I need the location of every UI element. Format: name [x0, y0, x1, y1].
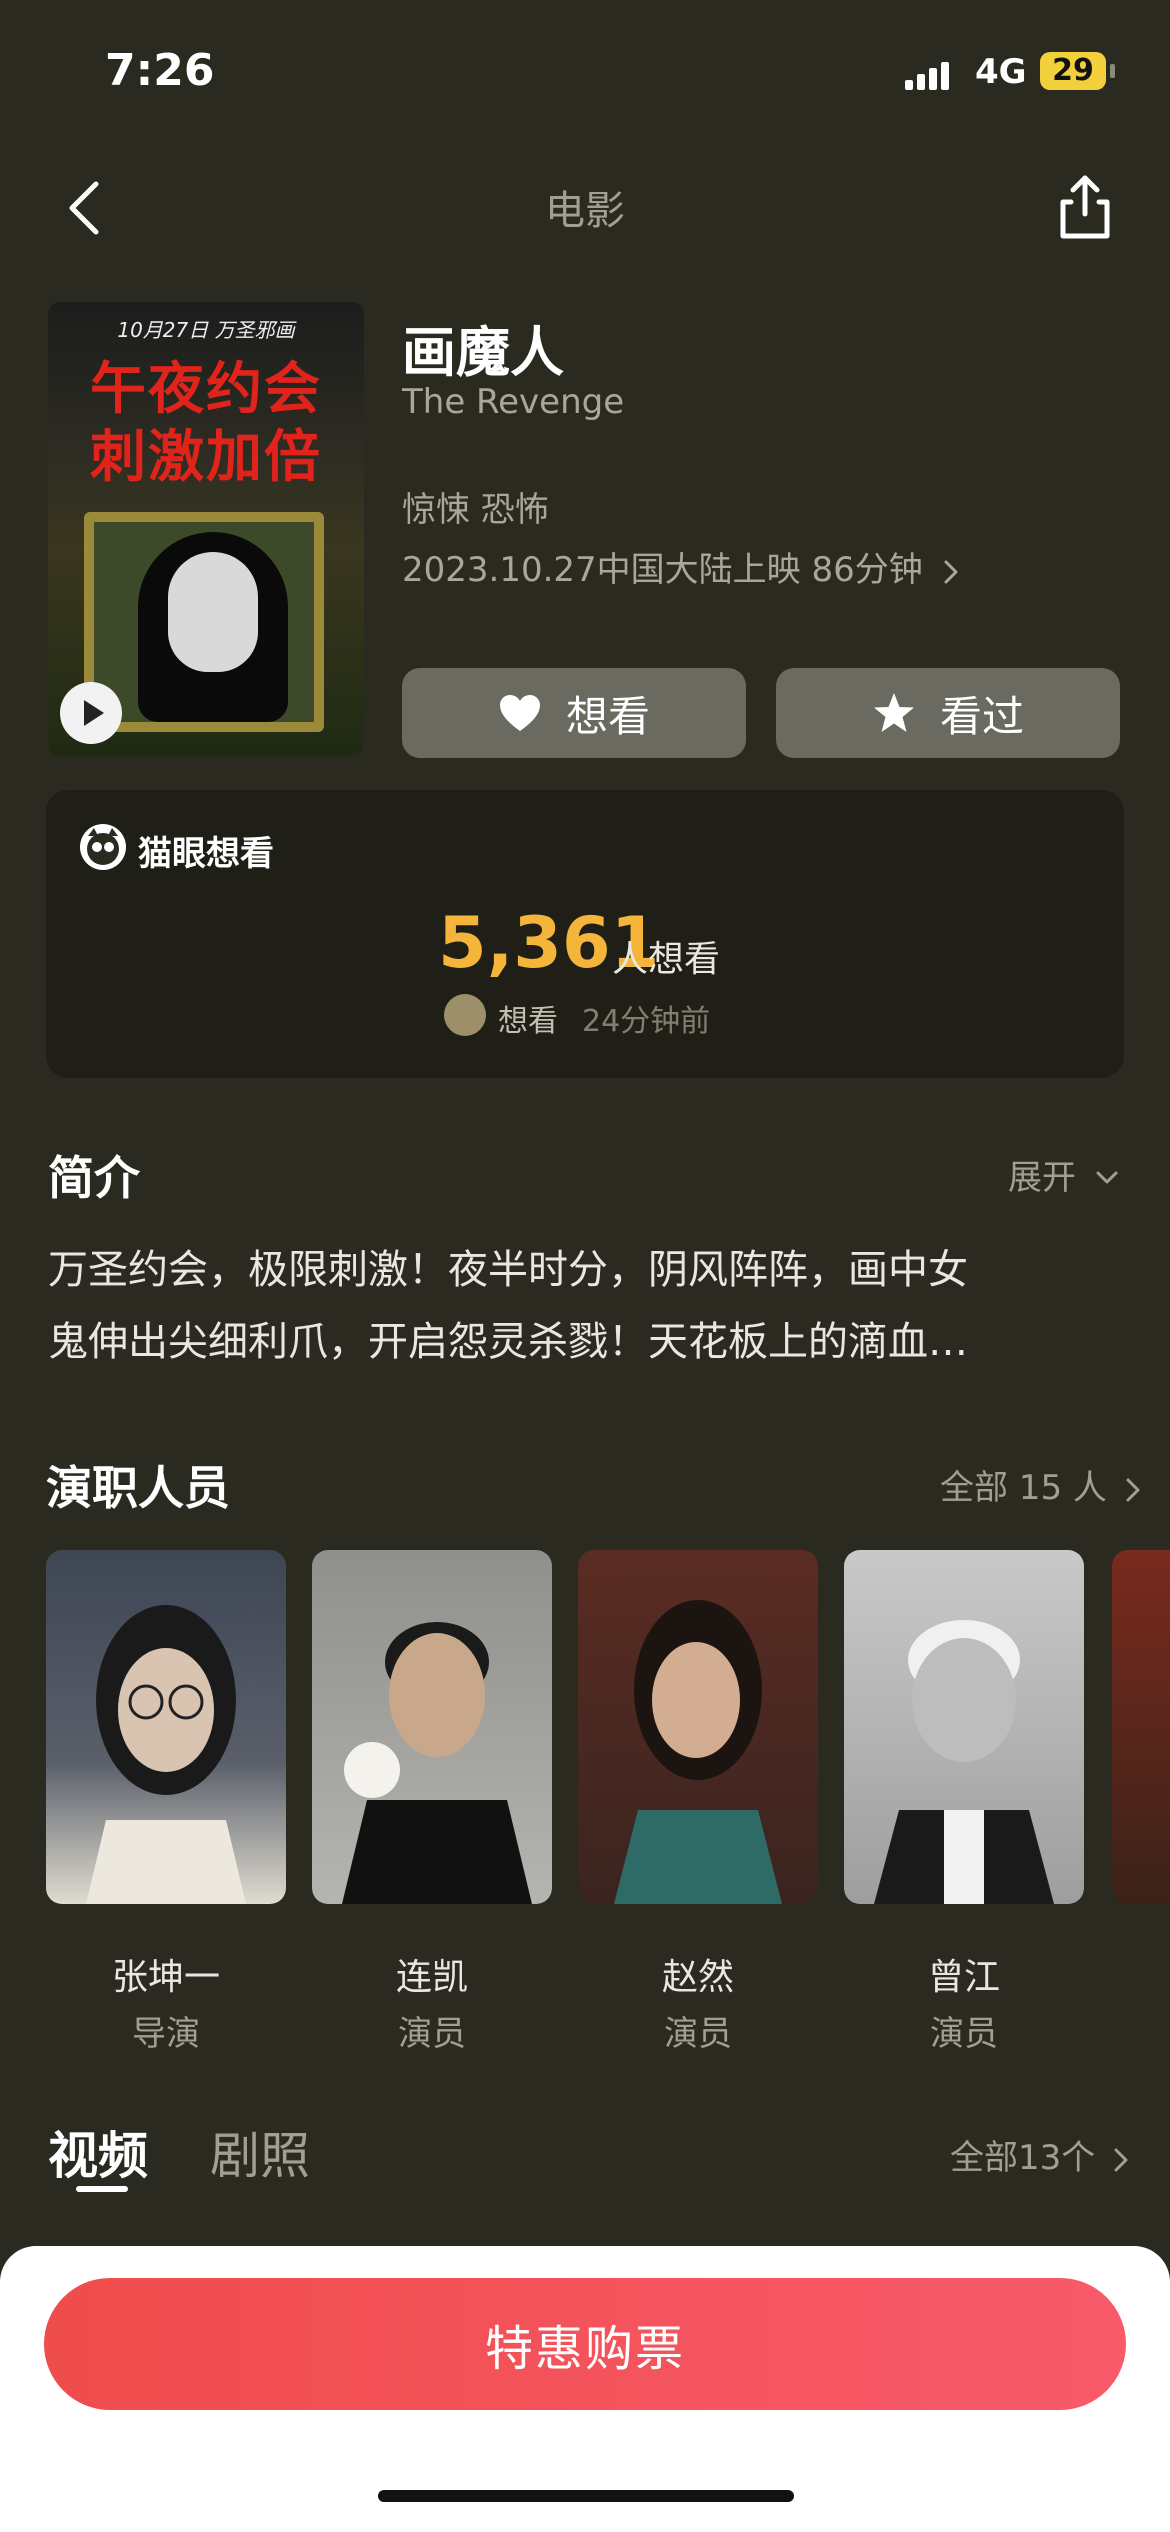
cast-name-3: 赵然 [661, 1957, 734, 1998]
release-info[interactable]: 2023.10.27中国大陆上映 86分钟 [402, 542, 962, 591]
want-card: 猫眼想看 5,361 人想看 想看 24分钟前 [46, 790, 1124, 1078]
avatar [444, 994, 486, 1036]
seen-label: 看过 [939, 691, 1024, 741]
seen-button[interactable]: 看过 [776, 668, 1120, 758]
expand-button[interactable]: 展开 [1008, 1150, 1121, 1199]
cast-all-label: 全部 15 人 [940, 1468, 1107, 1508]
share-icon[interactable] [1055, 172, 1115, 242]
cast-title: 演职人员 [46, 1461, 230, 1515]
movie-english-title: The Revenge [402, 382, 625, 422]
movie-title: 画魔人 [402, 321, 564, 384]
want-unit: 人想看 [612, 939, 721, 980]
cast-role-1: 导演 [132, 2014, 200, 2054]
chevron-right-icon [1114, 2148, 1128, 2171]
nav-title: 电影 [545, 188, 625, 234]
chevron-down-icon [1096, 1171, 1118, 1184]
movie-genres: 惊悚 恐怖 [402, 490, 549, 530]
play-icon[interactable] [60, 682, 122, 744]
media-all-link[interactable]: 全部13个 [950, 2130, 1132, 2179]
status-time: 7:26 [105, 45, 215, 96]
network-type: 4G [975, 52, 1027, 92]
poster-date-text: 10月27日 万圣邪画 [117, 318, 295, 342]
intro-title: 简介 [48, 1151, 140, 1205]
poster-figure-face [168, 552, 258, 672]
recent-action: 想看 [498, 1004, 558, 1039]
cast-role-3: 演员 [664, 2014, 732, 2054]
expand-label: 展开 [1008, 1158, 1076, 1198]
battery-icon: 29 [1040, 52, 1106, 90]
chevron-right-icon [1126, 1478, 1140, 1501]
tab-photos[interactable]: 剧照 [210, 2116, 310, 2188]
tab-video[interactable]: 视频 [48, 2116, 148, 2188]
movie-poster[interactable]: 10月27日 万圣邪画 午夜约会 刺激加倍 [48, 302, 364, 756]
cast-name-4: 曾江 [927, 1957, 1000, 1998]
cast-photo-1[interactable] [46, 1550, 286, 1904]
cast-role-2: 演员 [398, 2014, 466, 2054]
cast-photo-4[interactable] [844, 1550, 1084, 1904]
battery-tip [1110, 64, 1115, 78]
cast-all-link[interactable]: 全部 15 人 [940, 1460, 1144, 1509]
cast-photo-2[interactable] [312, 1550, 552, 1904]
tab-active-indicator [76, 2186, 128, 2192]
signal-icon [905, 60, 955, 90]
intro-line-1: 万圣约会，极限刺激！夜半时分，阴风阵阵，画中女 [48, 1247, 968, 1293]
intro-text: 万圣约会，极限刺激！夜半时分，阴风阵阵，画中女 鬼伸出尖细利爪，开启怨灵杀戮！天… [48, 1234, 1138, 1378]
buy-ticket-button[interactable]: 特惠购票 [44, 2278, 1126, 2410]
maoyan-cat-icon [80, 824, 126, 870]
home-indicator[interactable] [378, 2490, 794, 2502]
star-icon [873, 693, 914, 732]
poster-headline-2: 刺激加倍 [90, 425, 322, 490]
want-card-title: 猫眼想看 [138, 834, 274, 874]
release-text: 2023.10.27中国大陆上映 86分钟 [402, 550, 923, 590]
heart-icon [499, 695, 540, 731]
cast-role-4: 演员 [930, 2014, 998, 2054]
cast-photo-3[interactable] [578, 1550, 818, 1904]
want-button[interactable]: 想看 [402, 668, 746, 758]
want-label: 想看 [565, 691, 650, 741]
recent-time: 24分钟前 [582, 1004, 711, 1039]
chevron-right-icon [944, 560, 958, 583]
cast-name-2: 连凯 [395, 1957, 468, 1998]
media-all-label: 全部13个 [950, 2138, 1096, 2178]
intro-line-2: 鬼伸出尖细利爪，开启怨灵杀戮！天花板上的滴血… [48, 1319, 968, 1365]
cast-name-1: 张坤一 [111, 1957, 220, 1998]
cast-photo-5-partial[interactable] [1112, 1550, 1170, 1904]
